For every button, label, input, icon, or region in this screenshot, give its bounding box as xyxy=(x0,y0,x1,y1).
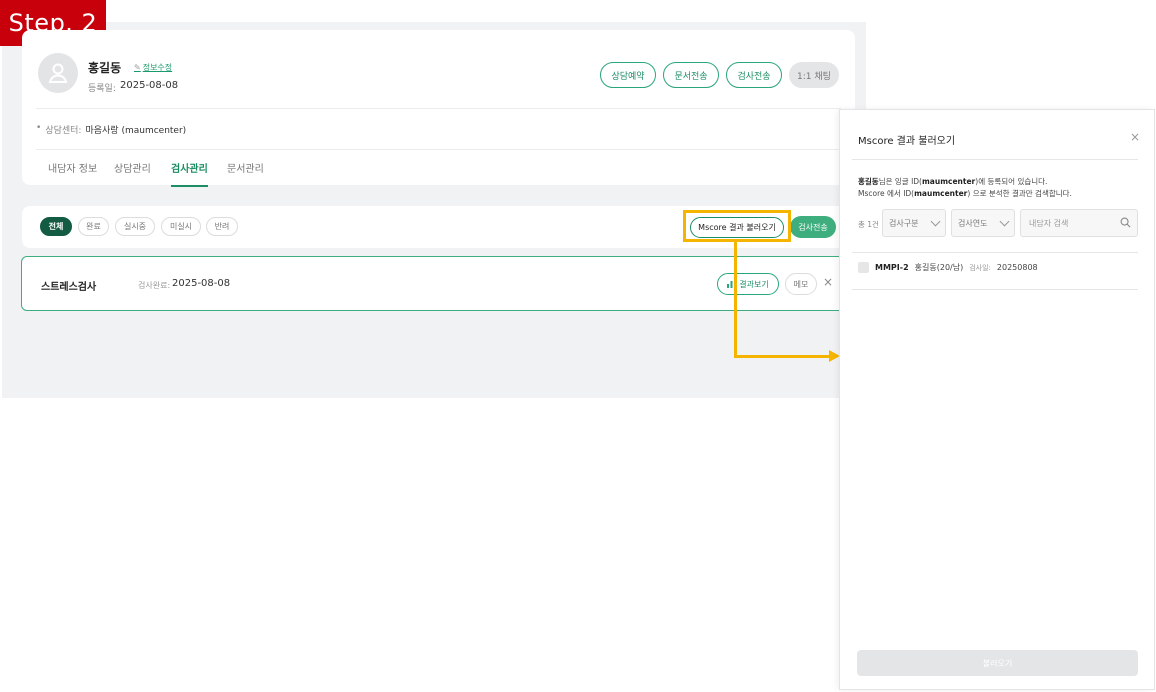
highlight-frame xyxy=(683,210,791,242)
user-icon xyxy=(48,63,68,83)
desc-text: Mscore 에서 ID( xyxy=(858,189,915,198)
test-send-button[interactable]: 검사전송 xyxy=(726,62,782,88)
search-placeholder: 내담자 검색 xyxy=(1029,218,1069,228)
close-icon[interactable]: × xyxy=(823,275,833,289)
filter-completed[interactable]: 완료 xyxy=(78,217,109,236)
search-icon[interactable] xyxy=(1120,217,1131,228)
result-client: 홍길동(20/남) xyxy=(914,263,964,272)
desc-client-name: 홍길동 xyxy=(858,177,879,186)
avatar xyxy=(38,53,78,93)
edit-info-link[interactable]: ✎ 정보수정 xyxy=(134,62,172,73)
registration-label: 등록일: xyxy=(88,84,116,94)
chevron-down-icon xyxy=(999,216,1010,227)
center-value: 마음사랑 (maumcenter) xyxy=(85,126,187,136)
filter-returned[interactable]: 반려 xyxy=(206,217,238,236)
filter-in-progress[interactable]: 실시중 xyxy=(115,217,155,236)
filter-not-taken[interactable]: 미실시 xyxy=(161,217,201,236)
tab-document-management[interactable]: 문서관리 xyxy=(227,160,264,175)
filter-all[interactable]: 전체 xyxy=(40,217,72,236)
desc-id: maumcenter xyxy=(914,189,968,198)
center-label: 상담센터: xyxy=(45,126,82,136)
mscore-import-modal: Mscore 결과 불러오기 × 홍길동님은 잉글 ID(maumcenter)… xyxy=(839,109,1155,690)
total-count: 총 1건 xyxy=(858,220,879,229)
test-row: 스트레스검사 검사완료: 2025-08-08 결과보기 메모 × xyxy=(21,256,857,311)
view-result-button[interactable]: 결과보기 xyxy=(717,273,779,295)
divider xyxy=(36,149,841,150)
test-year-value: 검사연도 xyxy=(958,218,988,228)
test-date-label: 검사완료: xyxy=(138,281,171,290)
tab-client-info[interactable]: 내담자 정보 xyxy=(48,160,97,175)
client-profile-card: 홍길동 ✎ 정보수정 등록일: 2025-08-08 상담예약 문서전송 검사전… xyxy=(22,30,855,187)
modal-title: Mscore 결과 불러오기 xyxy=(858,136,956,147)
test-date: 2025-08-08 xyxy=(172,278,231,289)
result-date-label: 검사일: xyxy=(969,263,991,272)
chat-button[interactable]: 1:1 채팅 xyxy=(789,62,839,88)
divider xyxy=(36,108,841,109)
client-search-input[interactable]: 내담자 검색 xyxy=(1020,209,1138,237)
tab-test-management[interactable]: 검사관리 xyxy=(171,160,208,187)
divider xyxy=(852,159,1138,160)
divider xyxy=(852,289,1138,290)
divider xyxy=(852,252,1138,253)
desc-id: maumcenter xyxy=(921,177,976,186)
client-name: 홍길동 xyxy=(88,61,122,75)
desc-text: ) 으로 분석한 결과만 검색합니다. xyxy=(967,189,1072,198)
close-icon[interactable]: × xyxy=(1130,130,1140,144)
pencil-icon: ✎ xyxy=(134,63,141,72)
desc-text: )에 등록되어 있습니다. xyxy=(975,177,1048,186)
consult-reservation-button[interactable]: 상담예약 xyxy=(600,62,656,88)
counseling-center-row: • 상담센터: 마음사랑 (maumcenter) xyxy=(36,123,186,136)
load-button[interactable]: 불러오기 xyxy=(857,650,1138,676)
test-type-select[interactable]: 검사구분 xyxy=(882,209,946,237)
document-send-button[interactable]: 문서전송 xyxy=(663,62,719,88)
view-result-label: 결과보기 xyxy=(739,279,769,289)
registration-date: 2025-08-08 xyxy=(120,80,179,91)
test-name: 스트레스검사 xyxy=(41,282,97,293)
result-date: 20250808 xyxy=(996,263,1038,272)
test-year-select[interactable]: 검사연도 xyxy=(951,209,1015,237)
result-checkbox[interactable] xyxy=(858,262,869,273)
edit-info-label: 정보수정 xyxy=(142,63,173,72)
memo-button[interactable]: 메모 xyxy=(785,273,817,295)
guide-arrow-line xyxy=(734,242,737,357)
guide-arrow-line xyxy=(734,355,830,358)
send-test-button[interactable]: 검사전송 xyxy=(790,216,836,238)
bullet-icon: • xyxy=(36,123,42,133)
result-list-item[interactable]: MMPI-2 홍길동(20/남) 검사일: 20250808 xyxy=(858,262,1038,273)
result-test-name: MMPI-2 xyxy=(875,263,909,272)
modal-description: 홍길동님은 잉글 ID(maumcenter)에 등록되어 있습니다. Msco… xyxy=(858,176,1148,200)
test-type-value: 검사구분 xyxy=(889,218,919,228)
chevron-down-icon xyxy=(930,216,941,227)
tab-consult-management[interactable]: 상담관리 xyxy=(114,160,151,175)
desc-text: 님은 잉글 ID( xyxy=(878,177,922,186)
